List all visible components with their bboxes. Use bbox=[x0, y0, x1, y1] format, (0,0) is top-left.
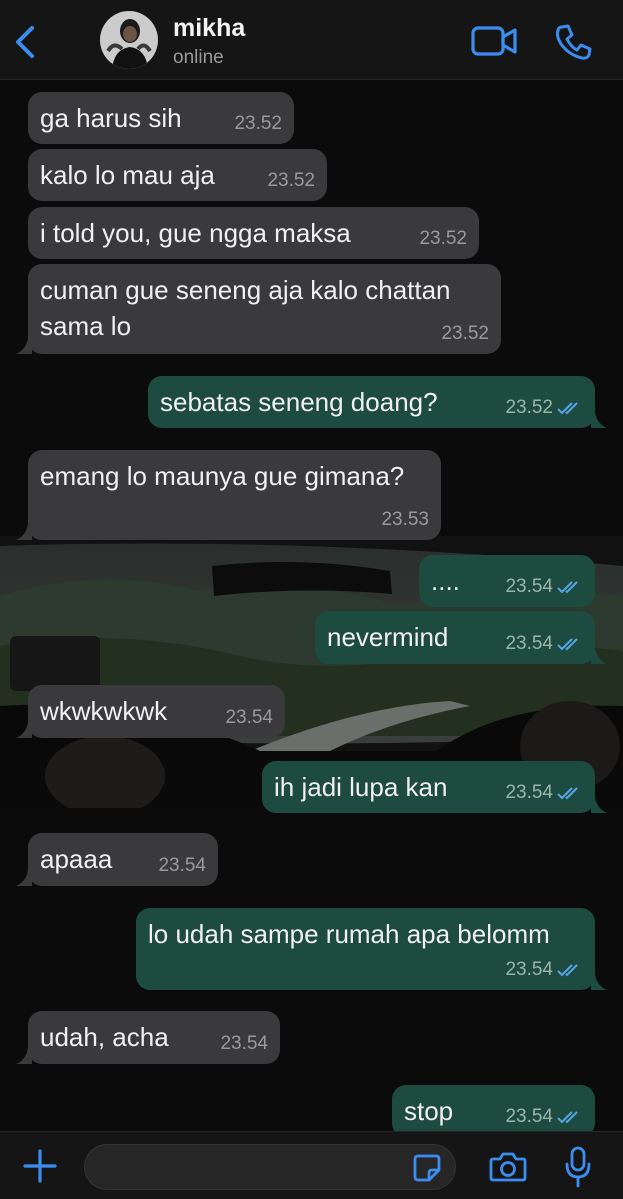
double-check-icon bbox=[557, 964, 578, 977]
microphone-icon[interactable] bbox=[565, 1146, 591, 1188]
outgoing-message[interactable]: .... 23.54 bbox=[419, 555, 595, 607]
bubble-tail bbox=[591, 972, 607, 990]
incoming-message[interactable]: apaaa 23.54 bbox=[28, 833, 218, 886]
chat-header: mikha online bbox=[0, 0, 623, 80]
message-meta: 23.54 bbox=[505, 783, 583, 803]
double-check-icon bbox=[557, 787, 578, 800]
bubble-tail bbox=[591, 646, 607, 664]
message-time: 23.53 bbox=[381, 509, 429, 530]
message-time: 23.54 bbox=[505, 576, 553, 597]
message-time: 23.54 bbox=[505, 782, 553, 803]
video-call-icon[interactable] bbox=[470, 22, 518, 60]
message-time: 23.52 bbox=[267, 170, 315, 191]
message-time: 23.54 bbox=[505, 633, 553, 654]
plus-icon[interactable] bbox=[22, 1148, 58, 1184]
message-meta: 23.52 bbox=[419, 229, 467, 249]
bubble-tail bbox=[16, 868, 32, 886]
message-meta: 23.53 bbox=[381, 510, 429, 530]
message-time: 23.52 bbox=[505, 397, 553, 418]
incoming-message[interactable]: kalo lo mau aja 23.52 bbox=[28, 149, 327, 201]
double-check-icon bbox=[557, 638, 578, 651]
message-time: 23.52 bbox=[234, 113, 282, 134]
outgoing-message[interactable]: nevermind 23.54 bbox=[315, 611, 595, 664]
contact-name[interactable]: mikha bbox=[173, 14, 245, 43]
camera-icon[interactable] bbox=[489, 1151, 527, 1183]
outgoing-message[interactable]: lo udah sampe rumah apa belomm 23.54 bbox=[136, 908, 595, 990]
chevron-left-icon[interactable] bbox=[10, 24, 40, 60]
message-time: 23.52 bbox=[441, 323, 489, 344]
outgoing-message[interactable]: ih jadi lupa kan 23.54 bbox=[262, 761, 595, 813]
message-text: cuman gue seneng aja kalo chattan sama l… bbox=[40, 275, 451, 341]
message-meta: 23.54 bbox=[505, 577, 583, 597]
message-meta: 23.54 bbox=[505, 960, 583, 980]
phone-icon[interactable] bbox=[553, 22, 593, 62]
message-meta: 23.52 bbox=[234, 114, 282, 134]
message-meta: 23.54 bbox=[505, 1107, 583, 1127]
avatar[interactable] bbox=[100, 11, 158, 69]
incoming-message[interactable]: i told you, gue ngga maksa 23.52 bbox=[28, 207, 479, 259]
input-bar bbox=[0, 1131, 623, 1199]
incoming-message[interactable]: udah, acha 23.54 bbox=[28, 1011, 280, 1064]
message-text: i told you, gue ngga maksa bbox=[40, 218, 351, 248]
message-time: 23.54 bbox=[220, 1033, 268, 1054]
outgoing-message[interactable]: sebatas seneng doang? 23.52 bbox=[148, 376, 595, 428]
message-time: 23.54 bbox=[158, 855, 206, 876]
bubble-tail bbox=[16, 336, 32, 354]
message-meta: 23.52 bbox=[441, 324, 489, 344]
bubble-tail bbox=[16, 720, 32, 738]
bubble-tail bbox=[16, 522, 32, 540]
message-meta: 23.52 bbox=[505, 398, 583, 418]
message-time: 23.54 bbox=[505, 959, 553, 980]
chat-area[interactable]: ga harus sih 23.52 kalo lo mau aja 23.52 i t… bbox=[0, 81, 623, 1131]
message-time: 23.54 bbox=[505, 1106, 553, 1127]
double-check-icon bbox=[557, 402, 578, 415]
message-meta: 23.54 bbox=[220, 1034, 268, 1054]
bubble-tail bbox=[591, 795, 607, 813]
bubble-tail bbox=[16, 1046, 32, 1064]
message-meta: 23.54 bbox=[158, 856, 206, 876]
sticker-icon[interactable] bbox=[412, 1153, 442, 1183]
incoming-message[interactable]: ga harus sih 23.52 bbox=[28, 92, 294, 144]
incoming-message[interactable]: emang lo maunya gue gimana? 23.53 bbox=[28, 450, 441, 540]
message-text: emang lo maunya gue gimana? bbox=[40, 461, 405, 491]
message-meta: 23.52 bbox=[267, 171, 315, 191]
contact-status: online bbox=[173, 47, 224, 68]
incoming-message[interactable]: cuman gue seneng aja kalo chattan sama l… bbox=[28, 264, 501, 354]
message-meta: 23.54 bbox=[505, 634, 583, 654]
double-check-icon bbox=[557, 1111, 578, 1124]
message-time: 23.54 bbox=[225, 707, 273, 728]
double-check-icon bbox=[557, 581, 578, 594]
message-text: lo udah sampe rumah apa belomm bbox=[148, 919, 550, 949]
message-meta: 23.54 bbox=[225, 708, 273, 728]
message-time: 23.52 bbox=[419, 228, 467, 249]
outgoing-message[interactable]: stop 23.54 bbox=[392, 1085, 595, 1131]
bubble-tail bbox=[591, 410, 607, 428]
incoming-message[interactable]: wkwkwkwk 23.54 bbox=[28, 685, 285, 738]
message-input[interactable] bbox=[84, 1144, 456, 1190]
